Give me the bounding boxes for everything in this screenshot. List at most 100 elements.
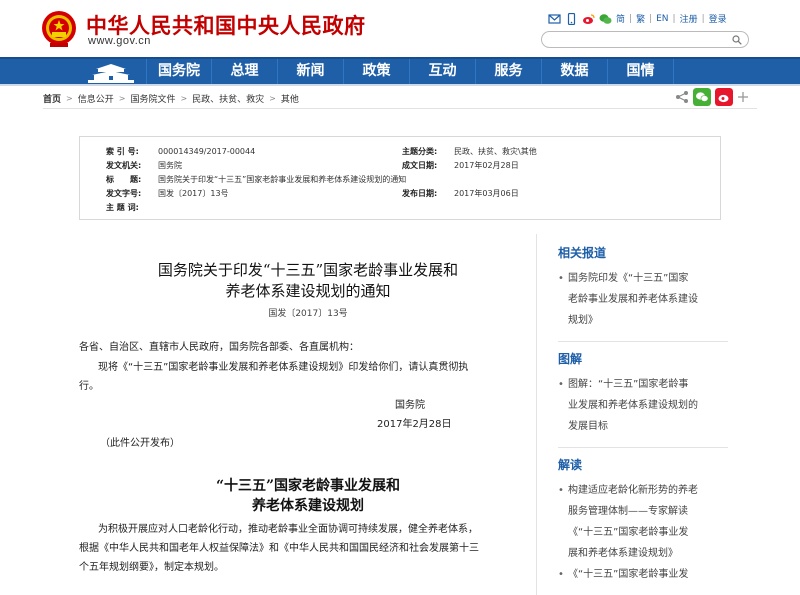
- search-box: [541, 31, 749, 52]
- plan-para-line3: 个五年规划纲要》，制定本规划。: [79, 562, 224, 573]
- nav-item-policy[interactable]: 政策: [344, 59, 410, 84]
- meta-index-label: 索 引 号:: [106, 147, 139, 156]
- meta-row-publish: 发布日期: 2017年03月06日: [402, 188, 519, 199]
- sidebar-divider: [558, 341, 728, 342]
- breadcrumb: 首页 > 信息公开 > 国务院文件 > 民政、扶贫、救灾 > 其他: [43, 92, 299, 105]
- util-divider: |: [629, 13, 633, 24]
- sidebar-related: 相关报道 国务院印发《“十三五”国家 老龄事业发展和养老体系建设 规划》: [558, 244, 728, 331]
- meta-row-subject: 主 题 词:: [106, 202, 158, 213]
- nav-item-premier[interactable]: 总理: [212, 59, 278, 84]
- breadcrumb-state-docs[interactable]: 国务院文件: [130, 92, 175, 105]
- lang-en-link[interactable]: EN: [656, 14, 668, 24]
- sidebar-graphic-line2: 业发展和养老体系建设规划的: [568, 400, 698, 411]
- meta-category-label: 主题分类:: [402, 147, 438, 156]
- national-emblem-icon[interactable]: [41, 10, 77, 48]
- breadcrumb-civil-affairs[interactable]: 民政、扶贫、救灾: [192, 92, 264, 105]
- search-icon[interactable]: [732, 35, 742, 45]
- nav-item-services[interactable]: 服务: [476, 59, 542, 84]
- util-divider: |: [649, 13, 653, 24]
- main-nav: 国务院 总理 新闻 政策 互动 服务 数据 国情: [0, 57, 800, 86]
- article-signature: 国务院: [395, 400, 425, 411]
- meta-row-issuer: 发文机关: 国务院: [106, 160, 182, 171]
- article-content: 国务院关于印发“十三五”国家老龄事业发展和 养老体系建设规划的通知 国发〔201…: [79, 234, 537, 595]
- sidebar-interpret-line3: 《“十三五”国家老龄事业发: [568, 527, 689, 538]
- nav-item-data[interactable]: 数据: [542, 59, 608, 84]
- sidebar-related-link[interactable]: 国务院印发《“十三五”国家 老龄事业发展和养老体系建设 规划》: [558, 268, 728, 331]
- meta-written-label: 成文日期:: [402, 161, 438, 170]
- sidebar-related-line1: 国务院印发《“十三五”国家: [568, 273, 689, 284]
- utility-bar: 简 | 繁 | EN | 注册 | 登录: [548, 12, 727, 25]
- share-bar: [675, 88, 749, 106]
- util-divider: |: [672, 13, 676, 24]
- plus-icon[interactable]: [737, 91, 749, 103]
- mail-icon[interactable]: [548, 13, 561, 25]
- wechat-share-icon[interactable]: [693, 88, 711, 106]
- sidebar-interpret-line1: 构建适应老龄化新形势的养老: [568, 485, 698, 496]
- document-meta-box: 索 引 号: 000014349/2017-00044 主题分类: 民政、扶贫、救灾…: [79, 136, 721, 220]
- breadcrumb-info-public[interactable]: 信息公开: [78, 92, 114, 105]
- sidebar-interpret-line4: 展和养老体系建设规划》: [568, 548, 678, 559]
- article-title: 国务院关于印发“十三五”国家老龄事业发展和 养老体系建设规划的通知: [79, 260, 537, 302]
- chevron-right-icon: >: [269, 94, 276, 103]
- sidebar-divider: [558, 447, 728, 448]
- site-url: www.gov.cn: [88, 35, 151, 47]
- meta-row-index: 索 引 号: 000014349/2017-00044: [106, 146, 255, 157]
- search-input[interactable]: [550, 36, 730, 52]
- sidebar-interpret-title: 解读: [558, 458, 583, 472]
- article-recipients: 各省、自治区、直辖市人民政府，国务院各部委、各直属机构：: [79, 342, 359, 353]
- nav-item-news[interactable]: 新闻: [278, 59, 344, 84]
- sidebar-graphic-line3: 发展目标: [568, 421, 608, 432]
- sidebar-interpret-line2: 服务管理体制——专家解读: [568, 506, 688, 517]
- nav-item-national-info[interactable]: 国情: [608, 59, 674, 84]
- wechat-icon[interactable]: [599, 13, 612, 25]
- sidebar-interpret2-line1: 《“十三五”国家老龄事业发: [568, 569, 689, 580]
- sidebar-related-line2: 老龄事业发展和养老体系建设: [568, 294, 698, 305]
- register-link[interactable]: 注册: [680, 12, 698, 25]
- mobile-icon[interactable]: [565, 12, 578, 25]
- sidebar-graphic-link[interactable]: 图解：“十三五”国家老龄事 业发展和养老体系建设规划的 发展目标: [558, 374, 728, 437]
- meta-issuer-label: 发文机关:: [106, 161, 142, 170]
- plan-para-line2: 根据《中华人民共和国老年人权益保障法》和《中华人民共和国国民经济和社会发展第十三: [79, 543, 479, 554]
- meta-publish-value: 2017年03月06日: [454, 189, 519, 198]
- meta-written-value: 2017年02月28日: [454, 161, 519, 170]
- meta-row-category: 主题分类: 民政、扶贫、救灾\其他: [402, 146, 537, 157]
- meta-publish-label: 发布日期:: [402, 189, 438, 198]
- article-publish-note: （此件公开发布）: [100, 438, 180, 449]
- breadcrumb-divider: [43, 108, 757, 109]
- tiananmen-gate-icon: [88, 64, 134, 83]
- meta-docno-label: 发文字号:: [106, 189, 142, 198]
- meta-title-value: 国务院关于印发“十三五”国家老龄事业发展和养老体系建设规划的通知: [158, 175, 407, 184]
- nav-item-interaction[interactable]: 互动: [410, 59, 476, 84]
- nav-item-state-council[interactable]: 国务院: [146, 59, 212, 84]
- meta-index-value: 000014349/2017-00044: [158, 147, 256, 156]
- weibo-share-icon[interactable]: [715, 88, 733, 106]
- meta-row-title: 标 题: 国务院关于印发“十三五”国家老龄事业发展和养老体系建设规划的通知: [106, 174, 406, 185]
- share-icon[interactable]: [675, 90, 689, 104]
- lang-simplified-link[interactable]: 简: [616, 12, 625, 25]
- sidebar-interpret: 解读 构建适应老龄化新形势的养老 服务管理体制——专家解读 《“十三五”国家老龄…: [558, 456, 728, 585]
- meta-category-value: 民政、扶贫、救灾\其他: [454, 147, 537, 156]
- plan-title: “十三五”国家老龄事业发展和 养老体系建设规划: [79, 476, 537, 516]
- article-body-line2: 行。: [79, 381, 99, 392]
- meta-subject-label: 主 题 词:: [106, 203, 139, 212]
- meta-row-written: 成文日期: 2017年02月28日: [402, 160, 519, 171]
- chevron-right-icon: >: [66, 94, 73, 103]
- sidebar-graphic: 图解 图解：“十三五”国家老龄事 业发展和养老体系建设规划的 发展目标: [558, 350, 728, 437]
- sidebar-interpret-link[interactable]: 构建适应老龄化新形势的养老 服务管理体制——专家解读 《“十三五”国家老龄事业发…: [558, 480, 728, 564]
- meta-docno-value: 国发〔2017〕13号: [158, 189, 229, 198]
- sidebar-graphic-title: 图解: [558, 352, 583, 366]
- weibo-icon[interactable]: [582, 13, 595, 25]
- plan-title-line1: “十三五”国家老龄事业发展和: [215, 478, 401, 494]
- sidebar-related-line3: 规划》: [568, 315, 598, 326]
- meta-issuer-value: 国务院: [158, 161, 182, 170]
- breadcrumb-other[interactable]: 其他: [281, 92, 299, 105]
- meta-row-docno: 发文字号: 国发〔2017〕13号: [106, 188, 229, 199]
- sidebar-interpret-link-2[interactable]: 《“十三五”国家老龄事业发: [558, 564, 728, 585]
- article-doc-number: 国发〔2017〕13号: [268, 309, 348, 319]
- breadcrumb-home[interactable]: 首页: [43, 92, 61, 105]
- article-title-line1: 国务院关于印发“十三五”国家老龄事业发展和: [157, 261, 459, 279]
- lang-traditional-link[interactable]: 繁: [636, 12, 645, 25]
- article-title-line2: 养老体系建设规划的通知: [225, 282, 391, 300]
- login-link[interactable]: 登录: [709, 12, 727, 25]
- plan-para-line1: 为积极开展应对人口老龄化行动，推动老龄事业全面协调可持续发展，健全养老体系，: [98, 524, 478, 535]
